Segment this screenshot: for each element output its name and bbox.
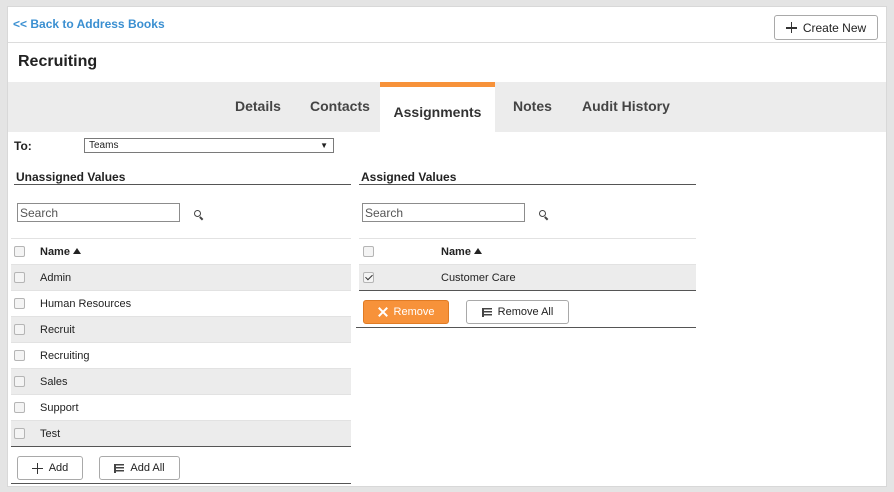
tab-notes[interactable]: Notes [513, 98, 552, 114]
item-checkbox[interactable] [14, 324, 25, 335]
address-book-panel: << Back to Address Books Create New Recr… [7, 6, 887, 487]
unassigned-values-title: Unassigned Values [16, 170, 126, 184]
item-checkbox[interactable] [14, 402, 25, 413]
tab-contacts[interactable]: Contacts [310, 98, 370, 114]
item-label: Recruiting [40, 349, 90, 362]
item-checkbox[interactable] [14, 298, 25, 309]
list-item[interactable]: Test [11, 420, 351, 446]
unassigned-list: Name Admin Human Resources Recruit Recru… [11, 238, 351, 446]
to-select[interactable]: Teams ▼ [84, 138, 334, 153]
name-column-header[interactable]: Name [40, 246, 70, 258]
assigned-values-title: Assigned Values [361, 170, 457, 184]
to-label: To: [14, 139, 32, 153]
add-button[interactable]: Add [17, 456, 83, 480]
item-checkbox[interactable] [14, 272, 25, 283]
item-label: Admin [40, 271, 72, 284]
dropdown-caret-icon: ▼ [320, 141, 328, 150]
tab-details[interactable]: Details [235, 98, 281, 114]
item-checkbox[interactable] [14, 428, 25, 439]
remove-all-button[interactable]: Remove All [466, 300, 569, 324]
tab-audit-history[interactable]: Audit History [582, 98, 670, 114]
tab-assignments[interactable]: Assignments [380, 82, 495, 132]
unassigned-footer-rule [11, 483, 351, 484]
list-icon [481, 307, 492, 317]
plus-icon [31, 462, 43, 474]
item-label: Sales [40, 375, 68, 388]
list-item[interactable]: Admin [11, 264, 351, 290]
list-item[interactable]: Recruiting [11, 342, 351, 368]
list-item[interactable]: Human Resources [11, 290, 351, 316]
assigned-list-bottom-rule [359, 290, 696, 291]
sort-ascending-icon [473, 247, 482, 254]
to-select-value: Teams [89, 140, 119, 151]
item-checkbox[interactable] [14, 376, 25, 387]
page-title: Recruiting [18, 53, 98, 70]
sort-ascending-icon [72, 247, 81, 254]
add-all-label: Add All [130, 462, 165, 474]
add-label: Add [48, 462, 69, 474]
plus-icon [785, 22, 797, 33]
item-label: Customer Care [441, 271, 516, 284]
unassigned-search-input[interactable] [17, 203, 180, 222]
list-item[interactable]: Support [11, 394, 351, 420]
assigned-footer-rule [356, 327, 696, 328]
assigned-search-input[interactable] [362, 203, 525, 222]
list-item[interactable]: Sales [11, 368, 351, 394]
name-column-header[interactable]: Name [441, 246, 471, 258]
header-divider [8, 42, 886, 43]
search-icon[interactable] [539, 210, 546, 217]
assigned-list: Name Customer Care [359, 238, 696, 290]
item-label: Support [40, 401, 79, 414]
tab-bar: Details Contacts Assignments Notes Audit… [8, 82, 886, 132]
item-label: Test [40, 427, 61, 440]
unassigned-title-rule [14, 184, 351, 185]
assigned-header-row: Name [359, 238, 696, 264]
unassigned-list-bottom-rule [11, 446, 351, 447]
search-icon[interactable] [194, 210, 201, 217]
remove-label: Remove [393, 306, 435, 318]
item-checkbox-checked[interactable] [363, 272, 374, 283]
close-icon [378, 307, 388, 317]
unassigned-select-all-checkbox[interactable] [14, 246, 25, 257]
list-item[interactable]: Recruit [11, 316, 351, 342]
assigned-title-rule [359, 184, 696, 185]
remove-button[interactable]: Remove [363, 300, 449, 324]
item-label: Recruit [40, 323, 75, 336]
unassigned-header-row: Name [11, 238, 351, 264]
back-to-address-books-link[interactable]: << Back to Address Books [13, 17, 165, 31]
list-icon [114, 463, 125, 473]
item-checkbox[interactable] [14, 350, 25, 361]
create-new-label: Create New [802, 20, 867, 35]
item-label: Human Resources [40, 297, 132, 310]
assigned-select-all-checkbox[interactable] [363, 246, 374, 257]
list-item[interactable]: Customer Care [359, 264, 696, 290]
add-all-button[interactable]: Add All [99, 456, 180, 480]
remove-all-label: Remove All [497, 306, 554, 318]
create-new-button[interactable]: Create New [774, 15, 878, 40]
